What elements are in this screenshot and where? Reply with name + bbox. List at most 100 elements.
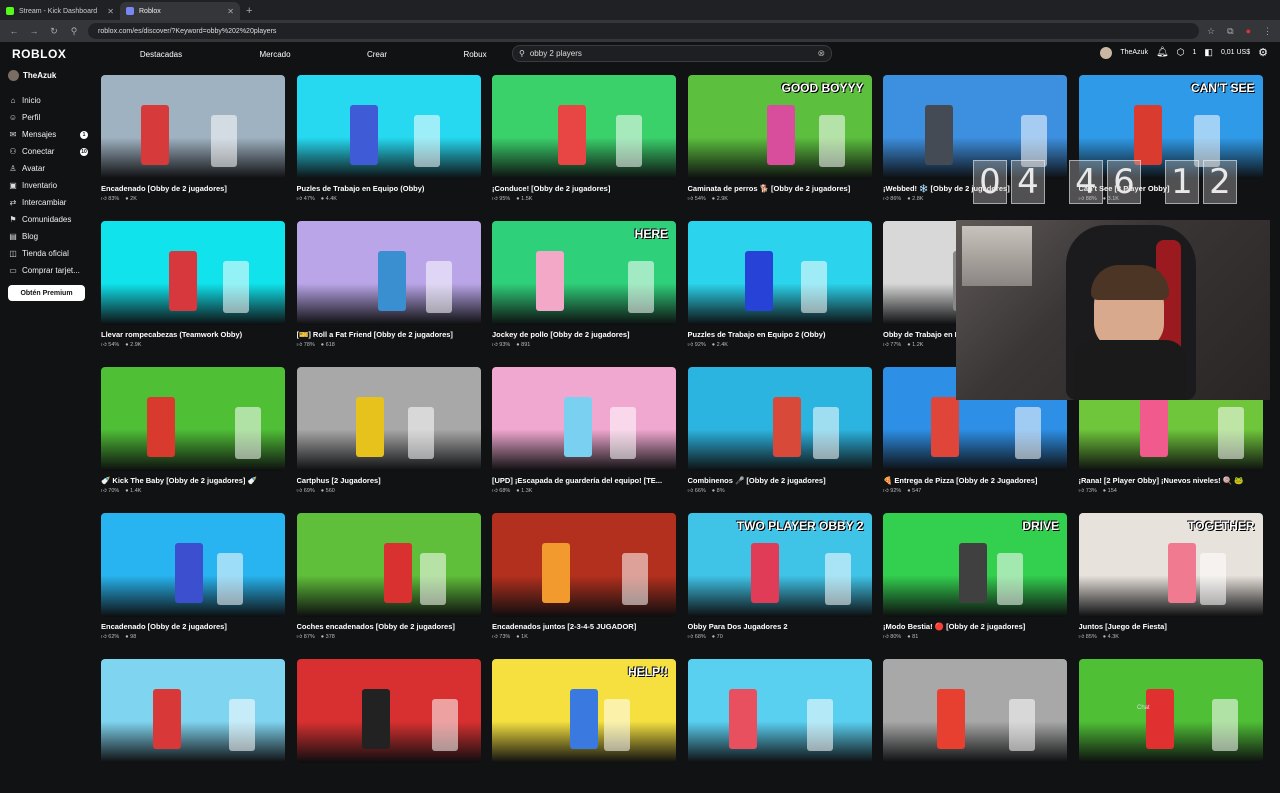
game-card[interactable]: Coches encadenados [Obby de 2 jugadores]… xyxy=(296,513,481,647)
robux-icon[interactable]: ⬡ xyxy=(1177,47,1185,58)
game-thumbnail[interactable]: TOGETHER xyxy=(1078,513,1263,617)
game-card[interactable]: [🎫] Roll a Fat Friend [Obby de 2 jugador… xyxy=(296,221,481,355)
close-icon[interactable]: ✕ xyxy=(107,7,114,16)
sidebar-item-groups[interactable]: ⚑ Comunidades xyxy=(8,211,94,228)
game-title[interactable]: Encadenado [Obby de 2 jugadores] xyxy=(101,622,285,631)
game-title[interactable]: Cartphus [2 Jugadores] xyxy=(297,476,481,485)
settings-gear-icon[interactable]: ⚙ xyxy=(1258,46,1268,59)
game-title[interactable]: ¡Rana! [2 Player Obby] ¡Nuevos niveles! … xyxy=(1079,476,1263,485)
profile-icon[interactable]: ● xyxy=(1246,26,1251,37)
sidebar-item-trade[interactable]: ⇄ Intercambiar xyxy=(8,194,94,211)
game-thumbnail[interactable] xyxy=(492,75,676,179)
game-title[interactable]: ¡Conduce! [Obby de 2 jugadores] xyxy=(492,184,676,193)
sidebar-item-blog[interactable]: ▤ Blog xyxy=(8,228,94,245)
nav-mercado[interactable]: Mercado xyxy=(195,50,355,59)
sidebar-item-profile[interactable]: ☺ Perfil xyxy=(8,109,94,126)
game-card[interactable]: ¡Conduce! [Obby de 2 jugadores] 👍︎ 95% ● 1… xyxy=(492,75,676,209)
game-card[interactable]: GOOD BOYYY Caminata de perros 🐕 [Obby de … xyxy=(687,75,872,209)
game-title[interactable]: Llevar rompecabezas (Teamwork Obby) xyxy=(101,330,285,339)
game-thumbnail[interactable] xyxy=(101,75,285,179)
game-title[interactable]: Coches encadenados [Obby de 2 jugadores] xyxy=(297,622,481,631)
game-thumbnail[interactable] xyxy=(296,75,481,179)
menu-icon[interactable]: ⋮ xyxy=(1263,26,1272,37)
game-title[interactable]: Combinenos 🎤 [Obby de 2 jugadores] xyxy=(688,476,872,485)
get-premium-button[interactable]: Obtén Premium xyxy=(8,285,85,301)
game-thumbnail[interactable] xyxy=(492,367,676,471)
game-thumbnail[interactable] xyxy=(492,513,676,617)
game-card[interactable]: TOGETHER Juntos [Juego de Fiesta] 👍︎ 85% ● … xyxy=(1078,513,1263,647)
reload-icon[interactable]: ↻ xyxy=(48,26,60,37)
game-card[interactable] xyxy=(883,659,1067,793)
game-thumbnail[interactable] xyxy=(687,221,872,325)
search-input[interactable]: ⚲ obby 2 players ⊗ xyxy=(512,45,832,62)
chat-label[interactable]: Chat xyxy=(1137,705,1150,711)
game-thumbnail[interactable] xyxy=(296,221,481,325)
sidebar-user[interactable]: TheAzuk xyxy=(8,66,94,84)
game-card[interactable]: Puzles de Trabajo en Equipo (Obby) 👍︎ 47%… xyxy=(296,75,481,209)
game-card[interactable] xyxy=(687,659,872,793)
game-card[interactable]: Combinenos 🎤 [Obby de 2 jugadores] 👍︎ 66%… xyxy=(687,367,872,501)
game-card[interactable]: DRIVE ¡Modo Bestia! 🔴 [Obby de 2 jugadore… xyxy=(883,513,1067,647)
nav-destacadas[interactable]: Destacadas xyxy=(127,50,195,59)
game-thumbnail[interactable] xyxy=(296,367,481,471)
game-thumbnail[interactable]: HERE xyxy=(492,221,676,325)
sidebar-item-avatar[interactable]: ♙ Avatar xyxy=(8,160,94,177)
game-thumbnail[interactable] xyxy=(101,659,285,763)
notifications-bell-icon[interactable]: 🔔︎ xyxy=(1156,47,1169,58)
game-card[interactable]: Puzzles de Trabajo en Equipo 2 (Obby) 👍︎ … xyxy=(687,221,872,355)
game-title[interactable]: [UPD] ¡Escapada de guardería del equipo!… xyxy=(492,476,676,485)
site-info-icon[interactable]: ⚲ xyxy=(68,26,80,37)
sidebar-item-gift-card[interactable]: ▭ Comprar tarjet... xyxy=(8,262,94,279)
game-thumbnail[interactable]: GOOD BOYYY xyxy=(687,75,872,179)
game-card[interactable]: 🍼 Kick The Baby [Obby de 2 jugadores] 🍼 👍… xyxy=(101,367,285,501)
game-title[interactable]: Caminata de perros 🐕 [Obby de 2 jugadore… xyxy=(688,184,872,193)
nav-crear[interactable]: Crear xyxy=(355,50,399,59)
game-thumbnail[interactable] xyxy=(687,659,872,763)
sidebar-item-friends[interactable]: ⚇ Conectar 10 xyxy=(8,143,94,160)
game-card[interactable]: Encadenado [Obby de 2 jugadores] 👍︎ 62% ● … xyxy=(101,513,285,647)
sidebar-item-messages[interactable]: ✉ Mensajes 1 xyxy=(8,126,94,143)
game-title[interactable]: Encadenados juntos [2-3-4-5 JUGADOR] xyxy=(492,622,676,631)
game-thumbnail[interactable]: HELP!! xyxy=(492,659,676,763)
game-card[interactable] xyxy=(101,659,285,793)
game-thumbnail[interactable] xyxy=(101,221,285,325)
game-thumbnail[interactable]: TWO PLAYER OBBY 2 xyxy=(687,513,872,617)
game-card[interactable]: Cartphus [2 Jugadores] 👍︎ 69% ● 560 xyxy=(296,367,481,501)
game-title[interactable]: Obby Para Dos Jugadores 2 xyxy=(688,622,872,631)
game-thumbnail[interactable] xyxy=(101,367,285,471)
game-card[interactable] xyxy=(1078,659,1263,793)
browser-tab-roblox[interactable]: Roblox ✕ xyxy=(120,2,240,20)
game-title[interactable]: ¡Modo Bestia! 🔴 [Obby de 2 jugadores] xyxy=(883,622,1067,631)
close-icon[interactable]: ✕ xyxy=(227,7,234,16)
sidebar-item-home[interactable]: ⌂ Inicio xyxy=(8,92,94,109)
game-thumbnail[interactable] xyxy=(101,513,285,617)
clear-search-icon[interactable]: ⊗ xyxy=(817,48,825,59)
bookmark-star-icon[interactable]: ☆ xyxy=(1207,26,1215,37)
game-thumbnail[interactable] xyxy=(296,513,481,617)
game-title[interactable]: Puzzles de Trabajo en Equipo 2 (Obby) xyxy=(688,330,872,339)
game-card[interactable] xyxy=(296,659,481,793)
game-title[interactable]: Puzles de Trabajo en Equipo (Obby) xyxy=(297,184,481,193)
game-title[interactable]: 🍕 Entrega de Pizza [Obby de 2 Jugadores] xyxy=(883,476,1067,485)
sidebar-item-inventory[interactable]: ▣ Inventario xyxy=(8,177,94,194)
game-title[interactable]: Encadenado [Obby de 2 jugadores] xyxy=(101,184,285,193)
game-thumbnail[interactable]: DRIVE xyxy=(883,513,1067,617)
browser-tab-kick[interactable]: Stream - Kick Dashboard ✕ xyxy=(0,2,120,20)
game-thumbnail[interactable] xyxy=(296,659,481,763)
extensions-icon[interactable]: ⧉ xyxy=(1227,26,1233,37)
back-icon[interactable]: ← xyxy=(8,26,20,36)
roblox-logo[interactable]: ROBLOX xyxy=(12,47,127,61)
game-thumbnail[interactable] xyxy=(883,659,1067,763)
game-title[interactable]: Juntos [Juego de Fiesta] xyxy=(1079,622,1263,631)
game-card[interactable]: HERE Jockey de pollo [Obby de 2 jugadores… xyxy=(492,221,676,355)
game-title[interactable]: Jockey de pollo [Obby de 2 jugadores] xyxy=(492,330,676,339)
game-thumbnail[interactable] xyxy=(687,367,872,471)
game-card[interactable]: Encadenados juntos [2-3-4-5 JUGADOR] 👍︎ 7… xyxy=(492,513,676,647)
header-avatar[interactable] xyxy=(1100,46,1113,59)
game-title[interactable]: [🎫] Roll a Fat Friend [Obby de 2 jugador… xyxy=(297,330,481,339)
cart-icon[interactable]: ◧ xyxy=(1204,47,1213,58)
game-card[interactable]: Llevar rompecabezas (Teamwork Obby) 👍︎ 54… xyxy=(101,221,285,355)
game-thumbnail[interactable] xyxy=(1078,659,1263,763)
game-card[interactable]: HELP!! xyxy=(492,659,676,793)
sidebar-item-shop[interactable]: ◫ Tienda oficial xyxy=(8,245,94,262)
